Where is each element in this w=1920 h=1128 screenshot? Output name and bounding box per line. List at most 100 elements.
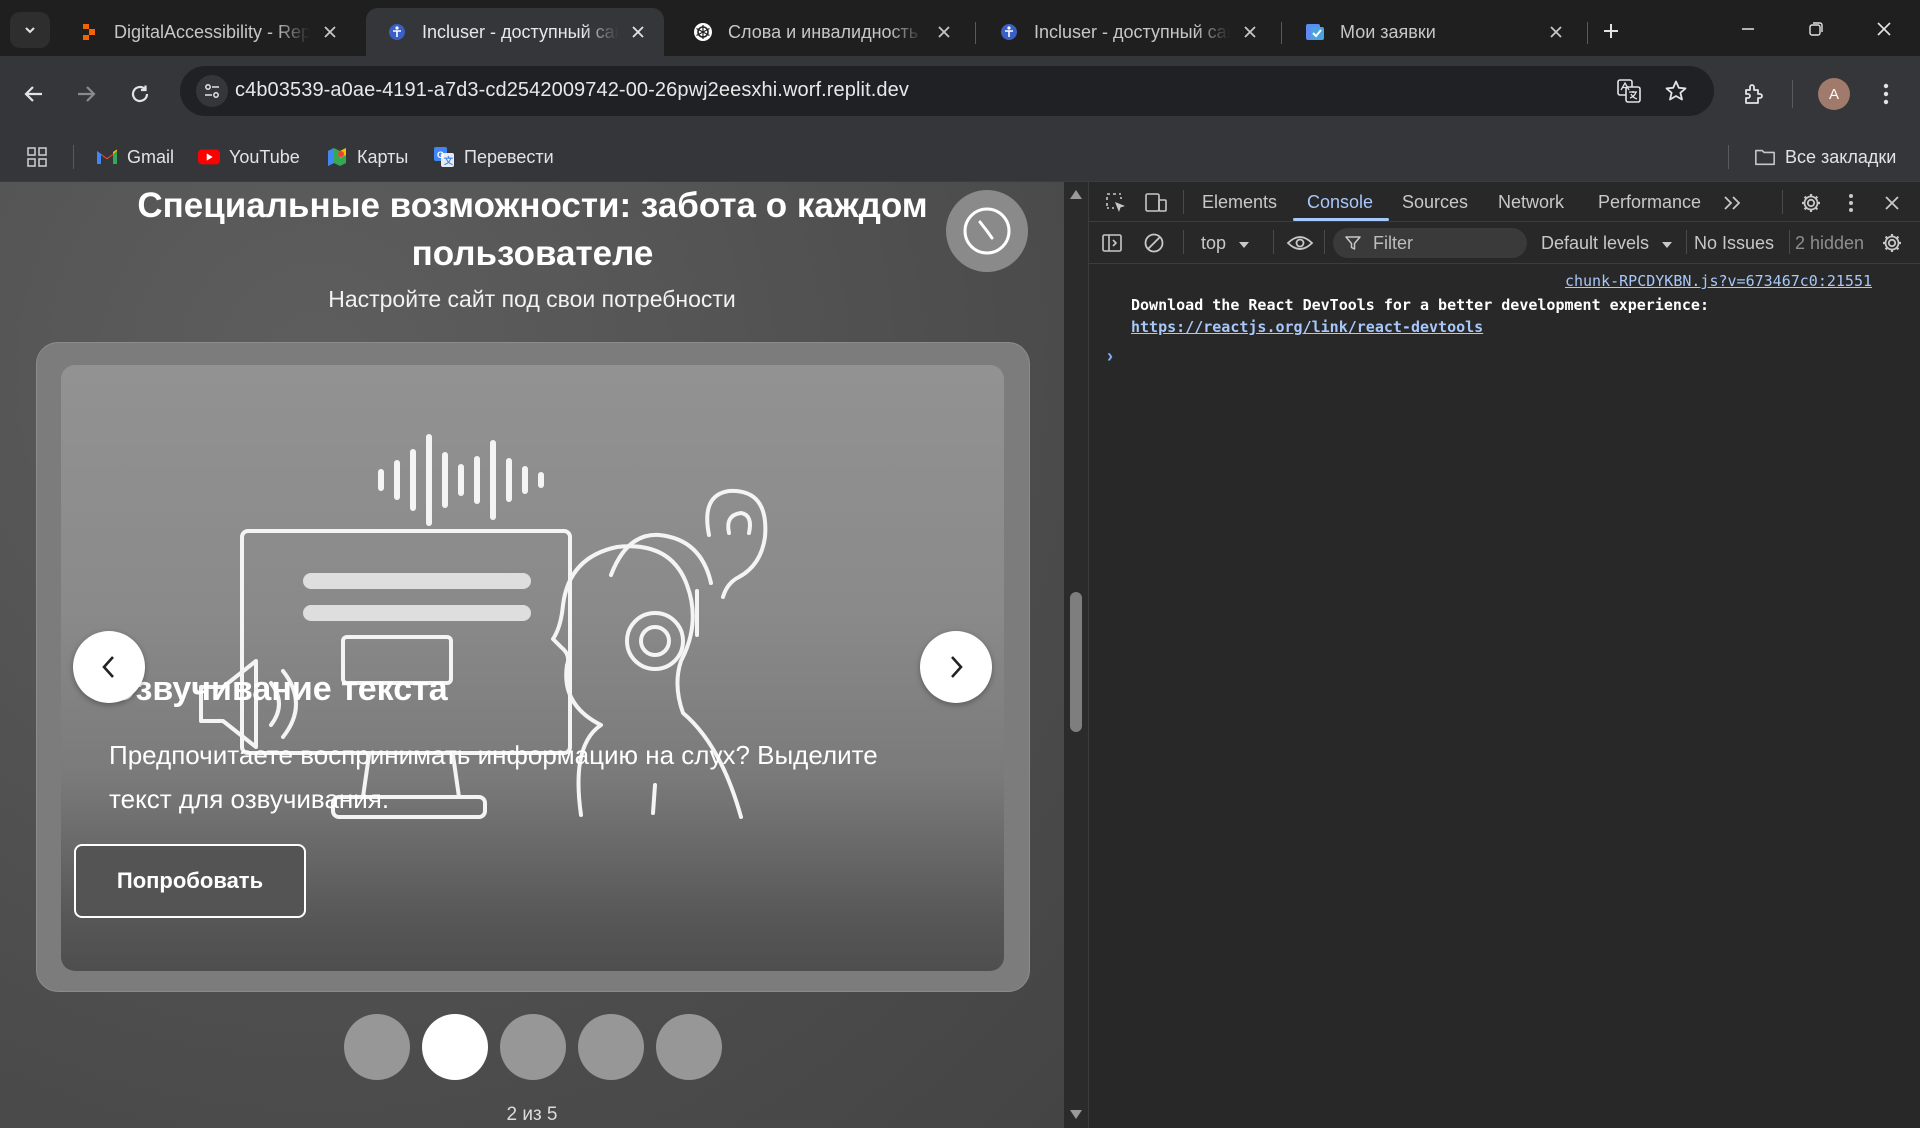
tab-network[interactable]: Network xyxy=(1498,192,1564,213)
devtools-tabbar: Elements Console Sources Network Perform… xyxy=(1089,182,1920,222)
tab-incluser-active[interactable]: Incluser - доступный сай xyxy=(366,8,664,56)
carousel-pagination xyxy=(344,1014,722,1080)
carousel-dot-2-active[interactable] xyxy=(422,1014,488,1080)
bookmark-star-button[interactable] xyxy=(1661,76,1691,106)
tab-incluser[interactable]: Incluser - доступный сай xyxy=(978,8,1276,56)
minimize-button[interactable] xyxy=(1726,10,1770,48)
dropdown-arrow-icon xyxy=(1662,242,1673,248)
tab-separator xyxy=(1281,22,1282,44)
restore-button[interactable] xyxy=(1794,10,1838,48)
carousel-dot-1[interactable] xyxy=(344,1014,410,1080)
chevron-down-icon xyxy=(25,27,35,34)
browser-toolbar: c4b03539-a0ae-4191-a7d3-cd2542009742-00-… xyxy=(0,56,1920,132)
maps-icon xyxy=(326,146,348,168)
page-title-line2: пользователе xyxy=(411,234,654,273)
tab-elements[interactable]: Elements xyxy=(1202,192,1277,213)
address-bar[interactable]: c4b03539-a0ae-4191-a7d3-cd2542009742-00-… xyxy=(180,66,1714,116)
more-tabs-button[interactable] xyxy=(1719,190,1745,216)
carousel-prev-button[interactable] xyxy=(73,631,145,703)
tab-console[interactable]: Console xyxy=(1307,192,1373,213)
console-settings-button[interactable] xyxy=(1879,230,1905,256)
tab-my-requests[interactable]: Мои заявки xyxy=(1284,8,1582,56)
console-toolbar: top Filter Default levels No Issues 2 hi… xyxy=(1089,222,1920,264)
url-text[interactable]: c4b03539-a0ae-4191-a7d3-cd2542009742-00-… xyxy=(235,79,909,102)
react-devtools-link[interactable]: https://reactjs.org/link/react-devtools xyxy=(1131,318,1483,336)
tab-title: DigitalAccessibility - Repl xyxy=(114,21,310,42)
show-sidebar-button[interactable] xyxy=(1099,230,1125,256)
console-message: Download the React DevTools for a better… xyxy=(1131,294,1709,338)
new-tab-button[interactable] xyxy=(1596,16,1626,46)
console-source-link[interactable]: chunk-RPCDYKBN.js?v=673467c0:21551 xyxy=(1565,272,1872,290)
clear-console-button[interactable] xyxy=(1141,230,1167,256)
close-tab-icon[interactable] xyxy=(932,20,956,44)
carousel-dot-4[interactable] xyxy=(578,1014,644,1080)
apps-button[interactable] xyxy=(26,142,48,172)
hidden-messages-count: 2 hidden xyxy=(1795,233,1865,253)
sidebar-icon xyxy=(1102,234,1122,252)
profile-avatar[interactable]: A xyxy=(1818,78,1850,110)
close-tab-icon[interactable] xyxy=(318,20,342,44)
svg-text:文: 文 xyxy=(443,155,454,166)
bookmark-label: YouTube xyxy=(229,146,300,167)
incluser-icon xyxy=(386,21,408,43)
site-info-button[interactable] xyxy=(196,75,228,107)
bookmark-separator xyxy=(1728,145,1729,169)
inspect-element-button[interactable] xyxy=(1103,190,1129,216)
tab-title: Мои заявки xyxy=(1340,21,1436,42)
try-button[interactable]: Попробовать xyxy=(74,844,306,918)
translate-page-button[interactable] xyxy=(1614,76,1644,106)
bookmark-label: Карты xyxy=(357,146,409,167)
chrome-menu-button[interactable] xyxy=(1866,74,1906,114)
scroll-down-arrow[interactable] xyxy=(1070,1110,1082,1119)
carousel-next-button[interactable] xyxy=(920,631,992,703)
forward-button[interactable] xyxy=(66,74,106,114)
toolbar-separator xyxy=(1324,230,1325,254)
close-icon xyxy=(1885,196,1899,210)
chevron-left-icon xyxy=(102,656,114,678)
console-filter-input[interactable]: Filter xyxy=(1333,228,1527,258)
context-value: top xyxy=(1201,233,1227,253)
more-vert-icon xyxy=(1849,194,1853,212)
log-levels-dropdown[interactable]: Default levels xyxy=(1541,233,1673,254)
close-window-button[interactable] xyxy=(1862,10,1906,48)
bookmark-translate[interactable]: G文 Перевести xyxy=(433,142,554,172)
console-prompt[interactable]: › xyxy=(1107,346,1113,367)
toolbar-separator xyxy=(1183,190,1184,214)
close-tab-icon[interactable] xyxy=(1544,20,1568,44)
scroll-up-arrow[interactable] xyxy=(1070,190,1082,199)
translate-icon: G文 xyxy=(433,146,455,168)
all-bookmarks-button[interactable]: Все закладки xyxy=(1754,142,1896,172)
scrollbar-thumb[interactable] xyxy=(1070,592,1082,732)
carousel-dot-5[interactable] xyxy=(656,1014,722,1080)
toolbar-separator xyxy=(1782,190,1783,214)
issues-button[interactable]: No Issues xyxy=(1694,233,1774,254)
devtools-menu-button[interactable] xyxy=(1838,190,1864,216)
context-selector[interactable]: top xyxy=(1201,233,1250,254)
back-button[interactable] xyxy=(14,74,54,114)
reload-button[interactable] xyxy=(120,74,160,114)
page-scrollbar[interactable] xyxy=(1064,182,1088,1128)
bookmark-maps[interactable]: Карты xyxy=(326,142,408,172)
close-tab-icon[interactable] xyxy=(626,20,650,44)
chatgpt-icon xyxy=(692,21,714,43)
tab-title: Слова и инвалидность xyxy=(728,21,919,42)
carousel-dot-3[interactable] xyxy=(500,1014,566,1080)
tab-digitalaccessibility[interactable]: DigitalAccessibility - Repl xyxy=(58,8,356,56)
tab-title: Incluser - доступный сай xyxy=(1034,21,1230,42)
live-expression-button[interactable] xyxy=(1281,230,1319,256)
bookmark-youtube[interactable]: YouTube xyxy=(198,142,300,172)
extensions-button[interactable] xyxy=(1734,74,1774,114)
tab-search-button[interactable] xyxy=(10,12,50,48)
devtools-settings-button[interactable] xyxy=(1798,190,1824,216)
device-toolbar-button[interactable] xyxy=(1143,190,1169,216)
close-tab-icon[interactable] xyxy=(1238,20,1262,44)
all-bookmarks-label: Все закладки xyxy=(1785,146,1897,167)
tab-sources[interactable]: Sources xyxy=(1402,192,1468,213)
reading-time-button[interactable] xyxy=(946,190,1028,272)
close-devtools-button[interactable] xyxy=(1879,190,1905,216)
youtube-icon xyxy=(198,146,220,168)
toolbar-separator xyxy=(1792,80,1793,108)
tab-words-disability[interactable]: Слова и инвалидность xyxy=(672,8,970,56)
bookmark-gmail[interactable]: Gmail xyxy=(96,142,174,172)
tab-performance[interactable]: Performance xyxy=(1598,192,1701,213)
